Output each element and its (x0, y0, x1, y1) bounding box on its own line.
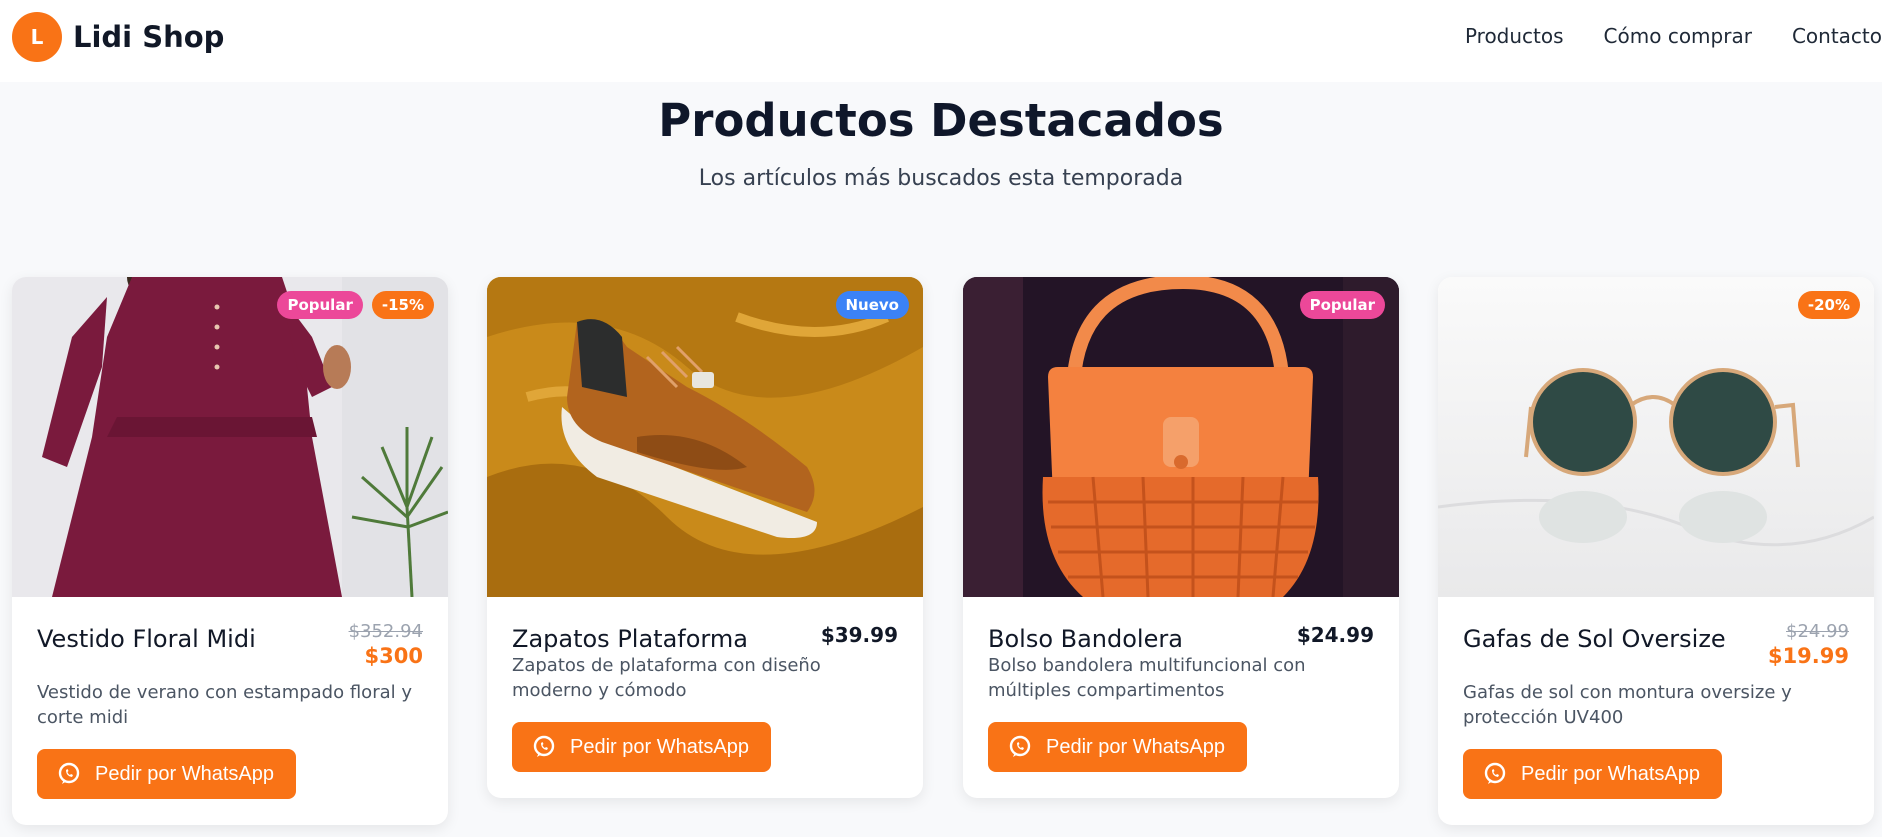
whatsapp-order-button[interactable]: Pedir por WhatsApp (988, 722, 1247, 772)
original-price: $24.99 (1786, 621, 1849, 642)
product-card-body: Vestido Floral Midi $352.94 $300 Vestido… (12, 597, 448, 825)
badge-new: Nuevo (835, 291, 909, 319)
navbar: L Lidi Shop Productos Cómo comprar Conta… (0, 0, 1882, 82)
button-label: Pedir por WhatsApp (1521, 762, 1700, 785)
product-price: $39.99 (820, 623, 898, 647)
product-card-body: Zapatos Plataforma $39.99 Zapatos de pla… (487, 597, 923, 798)
logo-icon: L (12, 12, 62, 62)
nav-link-contacto[interactable]: Contacto (1792, 24, 1882, 48)
badge-group: -20% (1789, 291, 1860, 319)
product-image-sneaker: Nuevo (487, 277, 923, 597)
product-image-dress: Popular -15% (12, 277, 448, 597)
nav-link-como-comprar[interactable]: Cómo comprar (1604, 24, 1752, 48)
product-price: $24.99 (1296, 623, 1374, 647)
badge-discount: -15% (371, 291, 434, 319)
product-prices: $352.94 $300 (349, 621, 423, 668)
product-image-handbag: Popular (963, 277, 1399, 597)
product-card: Nuevo Zapatos Plataforma $39.99 Zapatos … (487, 277, 923, 798)
product-description: Gafas de sol con montura oversize y prot… (1463, 682, 1792, 728)
product-prices: $24.99 (1297, 621, 1374, 647)
section-subtitle: Los artículos más buscados esta temporad… (698, 166, 1184, 191)
section-title: Productos Destacados (658, 94, 1224, 147)
product-card: -20% Gafas de Sol Oversize $24.99 $19.99… (1438, 277, 1874, 825)
product-name: Gafas de Sol Oversize (1463, 625, 1726, 653)
product-description: Vestido de verano con estampado floral y… (37, 682, 412, 728)
whatsapp-icon (533, 735, 555, 757)
product-card-body: Bolso Bandolera $24.99 Bolso bandolera m… (963, 597, 1399, 798)
product-description: Zapatos de plataforma con diseño moderno… (512, 655, 821, 701)
whatsapp-icon (1484, 762, 1506, 784)
sale-price: $19.99 (1767, 644, 1849, 668)
button-label: Pedir por WhatsApp (1046, 735, 1225, 758)
whatsapp-order-button[interactable]: Pedir por WhatsApp (512, 722, 771, 772)
product-image-sunglasses: -20% (1438, 277, 1874, 597)
sale-price: $300 (364, 644, 423, 668)
whatsapp-order-button[interactable]: Pedir por WhatsApp (1463, 749, 1722, 799)
main-nav: Productos Cómo comprar Contacto (1425, 24, 1882, 48)
product-description: Bolso bandolera multifuncional con múlti… (988, 655, 1306, 701)
nav-link-productos[interactable]: Productos (1465, 24, 1564, 48)
badge-popular: Popular (1299, 291, 1385, 319)
badge-popular: Popular (277, 291, 363, 319)
product-prices: $24.99 $19.99 (1768, 621, 1849, 668)
whatsapp-order-button[interactable]: Pedir por WhatsApp (37, 749, 296, 799)
badge-group: Popular (1291, 291, 1385, 319)
product-card: Popular -15% Vestido Floral Midi $352.94… (12, 277, 448, 825)
product-name: Bolso Bandolera (988, 625, 1183, 653)
button-label: Pedir por WhatsApp (95, 762, 274, 785)
badge-group: Nuevo (827, 291, 909, 319)
brand-name: Lidi Shop (73, 20, 225, 54)
badge-group: Popular -15% (268, 291, 434, 319)
product-card: Popular Bolso Bandolera $24.99 Bolso ban… (963, 277, 1399, 798)
badge-discount: -20% (1797, 291, 1860, 319)
product-card-body: Gafas de Sol Oversize $24.99 $19.99 Gafa… (1438, 597, 1874, 825)
product-prices: $39.99 (821, 621, 898, 647)
whatsapp-icon (1009, 735, 1031, 757)
button-label: Pedir por WhatsApp (570, 735, 749, 758)
product-name: Zapatos Plataforma (512, 625, 748, 653)
whatsapp-icon (58, 762, 80, 784)
product-name: Vestido Floral Midi (37, 625, 256, 653)
original-price: $352.94 (348, 621, 423, 642)
brand-logo[interactable]: L Lidi Shop (12, 12, 224, 62)
